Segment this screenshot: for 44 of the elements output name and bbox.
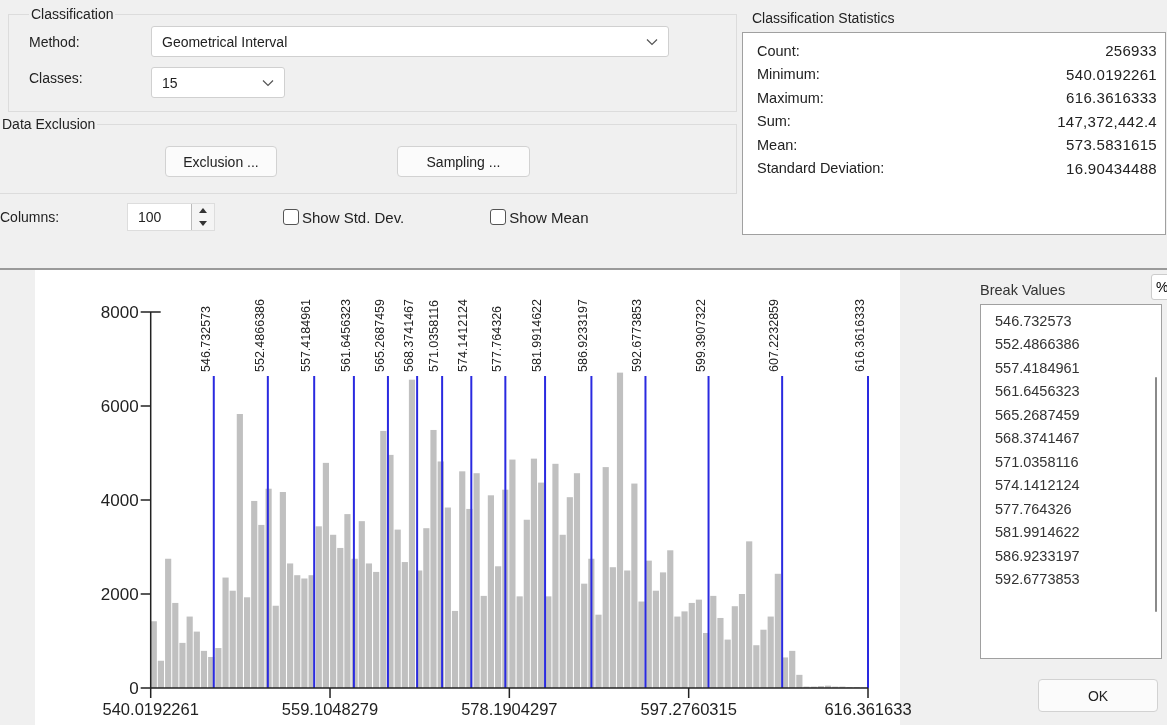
stat-value: 616.3616333 — [1066, 89, 1157, 107]
list-title: Break Values — [980, 282, 1066, 298]
axis-label: 578.1904297 — [461, 700, 558, 718]
axis-label: 0 — [129, 679, 139, 698]
axis-label: 559.1048279 — [281, 700, 379, 718]
field-label: Method: — [29, 33, 81, 50]
break-label: 561.6456323 — [338, 299, 353, 372]
axis-label: 8000 — [100, 303, 139, 322]
field-label: Classes: — [29, 69, 84, 86]
stat-value: 147,372,442.4 — [1057, 112, 1157, 130]
stat-value: 16.90434488 — [1066, 159, 1157, 177]
axis-label: 4000 — [100, 491, 139, 510]
stat-label: Standard Deviation: — [757, 160, 885, 177]
break-label: 616.3616333 — [853, 299, 867, 372]
field-label: Columns: — [0, 209, 61, 225]
axis-label: 540.0192261 — [102, 700, 199, 718]
break-label: 557.4184961 — [299, 299, 314, 372]
break-label: 581.9914622 — [530, 299, 545, 372]
axis-label: 6000 — [100, 397, 139, 416]
stat-label: Mean: — [757, 136, 798, 153]
stat-value: 540.0192261 — [1066, 65, 1157, 83]
group-title: Classification — [30, 6, 115, 22]
break-label: 546.732573 — [198, 305, 213, 372]
axis-label: 597.2760315 — [640, 700, 737, 718]
break-label: 574.1412124 — [456, 299, 471, 372]
break-label: 577.764326 — [490, 305, 505, 372]
stat-label: Minimum: — [757, 66, 820, 83]
stat-label: Maximum: — [757, 89, 824, 106]
group-title: Data Exclusion — [1, 116, 97, 132]
stat-label: Count: — [757, 42, 800, 59]
break-label: 607.2232859 — [767, 299, 782, 372]
stat-value: 256933 — [1105, 42, 1157, 60]
break-label: 599.3907322 — [693, 299, 708, 372]
break-label: 552.4866386 — [252, 299, 267, 372]
group-title: Classification Statistics — [752, 10, 896, 26]
break-label: 592.6773853 — [630, 299, 645, 372]
break-label: 568.3741467 — [402, 299, 417, 372]
break-label: 565.2687459 — [372, 299, 387, 372]
break-label: 571.0358116 — [427, 299, 442, 372]
stat-value: 573.5831615 — [1066, 136, 1157, 154]
axis-label: 616.361633 — [824, 700, 912, 718]
axis-label: 2000 — [100, 585, 139, 604]
stat-label: Sum: — [757, 113, 791, 130]
break-label: 586.9233197 — [576, 299, 591, 372]
